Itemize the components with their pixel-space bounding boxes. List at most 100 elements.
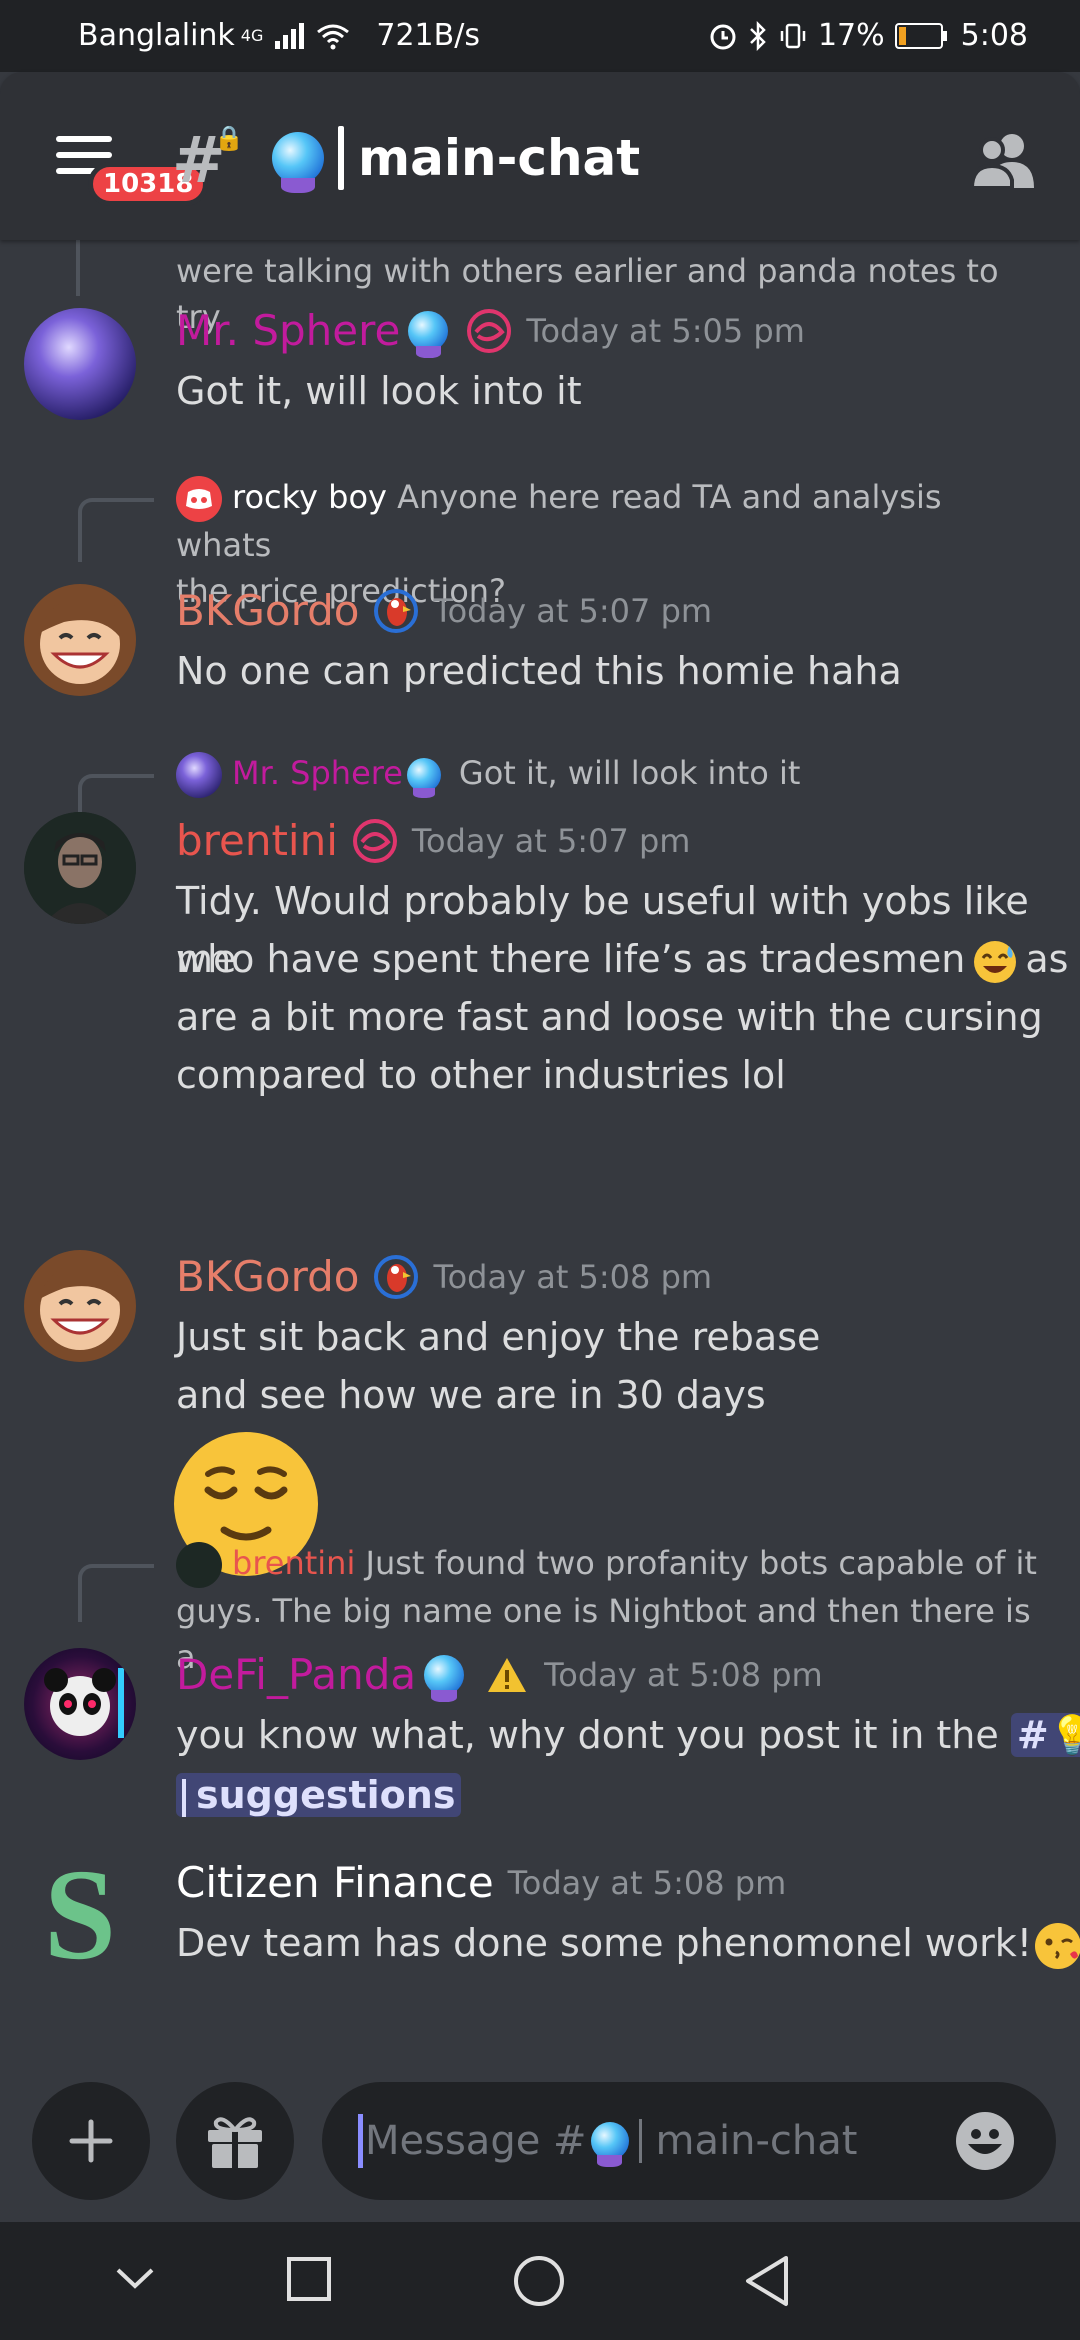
channel-title[interactable]: main-chat bbox=[272, 126, 641, 194]
channel-header: 10318 # 🔒 main-chat bbox=[0, 72, 1080, 240]
back-icon[interactable] bbox=[742, 2254, 792, 2308]
message-text-line: Just sit back and enjoy the rebase bbox=[176, 1315, 821, 1359]
crystal-ball-icon bbox=[408, 310, 449, 358]
author-name[interactable]: Mr. Sphere bbox=[176, 306, 400, 355]
plus-icon bbox=[69, 2119, 113, 2163]
channel-mention-hash[interactable]: #💡 bbox=[1010, 1713, 1080, 1757]
reply-author: rocky boy bbox=[232, 478, 387, 516]
avatar[interactable] bbox=[24, 812, 136, 924]
author-name[interactable]: Citizen Finance bbox=[176, 1858, 494, 1907]
author-name[interactable]: BKGordo bbox=[176, 1252, 359, 1301]
kiss-wink-emoji bbox=[1035, 1922, 1080, 1969]
channel-mention[interactable]: suggestions bbox=[176, 1773, 462, 1817]
text-caret bbox=[358, 2114, 363, 2168]
alarm-icon bbox=[710, 24, 736, 49]
battery-icon bbox=[894, 22, 947, 49]
avatar[interactable] bbox=[24, 584, 136, 696]
placeholder-separator bbox=[638, 2119, 642, 2163]
author-name[interactable]: brentini bbox=[176, 816, 338, 865]
message-header: BKGordo Today at 5:07 pm bbox=[176, 586, 712, 635]
reply-spine bbox=[76, 240, 86, 296]
plus-button[interactable] bbox=[32, 2082, 150, 2200]
reply-avatar bbox=[176, 752, 222, 798]
system-nav-bar bbox=[0, 2222, 1080, 2340]
message-text-line: who have spent there life’s as tradesmen… bbox=[176, 930, 1080, 988]
home-icon[interactable] bbox=[512, 2254, 566, 2308]
message-text-line: suggestions bbox=[176, 1766, 1050, 1824]
reply-reference[interactable]: Mr. Sphere Got it, will look into it bbox=[176, 750, 1040, 799]
message-text: Got it, will look into it bbox=[176, 369, 582, 413]
message-list[interactable]: were talking with others earlier and pan… bbox=[0, 240, 1080, 2080]
input-placeholder-channel: main-chat bbox=[655, 2118, 858, 2164]
message-header: DeFi_Panda Today at 5:08 pm bbox=[176, 1650, 823, 1702]
channel-mention-name: suggestions bbox=[196, 1773, 456, 1817]
message-header: Mr. Sphere Today at 5:05 pm bbox=[176, 306, 805, 358]
timestamp: Today at 5:08 pm bbox=[507, 1863, 787, 1902]
timestamp: Today at 5:05 pm bbox=[526, 311, 805, 350]
reply-avatar bbox=[176, 1542, 222, 1588]
warning-icon bbox=[488, 1657, 527, 1692]
vibrate-icon bbox=[780, 23, 806, 48]
author-name[interactable]: BKGordo bbox=[176, 586, 359, 635]
crystal-ball-icon bbox=[272, 132, 324, 194]
message-text-segment: as we bbox=[1025, 937, 1080, 981]
author-name[interactable]: DeFi_Panda bbox=[176, 1650, 416, 1699]
reply-text: Just found two profanity bots capable of… bbox=[365, 1544, 1037, 1582]
message-header: brentini Today at 5:07 pm bbox=[176, 816, 690, 865]
timestamp: Today at 5:08 pm bbox=[544, 1655, 823, 1694]
hashtag-lock-icon: # 🔒 bbox=[172, 124, 244, 198]
avatar[interactable] bbox=[24, 1250, 136, 1362]
signal-icon bbox=[275, 22, 305, 49]
timestamp: Today at 5:07 pm bbox=[433, 591, 713, 630]
message-text: No one can predicted this homie haha bbox=[176, 649, 902, 693]
reply-author: Mr. Sphere bbox=[232, 754, 403, 792]
status-bar: Banglalink 4G 721B/s 17% 5:08 bbox=[0, 0, 1080, 72]
recents-icon[interactable] bbox=[284, 2254, 334, 2304]
parrot-badge-icon bbox=[374, 588, 419, 633]
avatar[interactable] bbox=[24, 1648, 136, 1760]
network-type: 4G bbox=[240, 26, 264, 45]
reply-text: Got it, will look into it bbox=[458, 754, 801, 792]
avatar[interactable]: S bbox=[24, 1858, 136, 1970]
message-text-line: Dev team has done some phenomonel work! bbox=[176, 1914, 1080, 1972]
members-icon[interactable] bbox=[968, 130, 1040, 190]
message-text-line: you know what, why dont you post it in t… bbox=[176, 1706, 1080, 1764]
emoji-icon[interactable] bbox=[954, 2110, 1016, 2172]
input-placeholder-prefix: Message # bbox=[365, 2118, 587, 2164]
message-text: Dev team has done some phenomonel work! bbox=[176, 1921, 1033, 1965]
discord-icon bbox=[176, 476, 222, 522]
clock: 5:08 bbox=[960, 18, 1028, 53]
role-badge-icon bbox=[467, 308, 512, 353]
gift-icon bbox=[208, 2117, 262, 2168]
message-header: Citizen Finance Today at 5:08 pm bbox=[176, 1858, 786, 1907]
sweat-smile-emoji bbox=[974, 940, 1017, 983]
wifi-icon bbox=[317, 24, 350, 49]
message-header: BKGordo Today at 5:08 pm bbox=[176, 1252, 712, 1301]
message-text-line: are a bit more fast and loose with the c… bbox=[176, 995, 1043, 1039]
crystal-ball-icon bbox=[590, 2122, 629, 2167]
battery-percent: 17% bbox=[817, 18, 885, 53]
reply-spine bbox=[78, 1564, 154, 1622]
bluetooth-icon bbox=[750, 20, 766, 51]
avatar[interactable] bbox=[24, 308, 136, 420]
crystal-ball-icon bbox=[406, 758, 441, 799]
reply-spine bbox=[78, 498, 154, 562]
channel-name: main-chat bbox=[358, 129, 641, 187]
message-text-segment: who have spent there life’s as tradesmen bbox=[176, 937, 966, 981]
crystal-ball-icon bbox=[424, 1654, 465, 1702]
svg-text:S: S bbox=[44, 1858, 116, 1970]
message-text: you know what, why dont you post it in t… bbox=[176, 1713, 999, 1757]
message-input[interactable]: Message # main-chat bbox=[322, 2082, 1056, 2200]
carrier-name: Banglalink bbox=[78, 18, 235, 53]
message-text-line: compared to other industries lol bbox=[176, 1053, 786, 1097]
parrot-badge-icon bbox=[374, 1254, 419, 1299]
timestamp: Today at 5:07 pm bbox=[411, 821, 691, 860]
network-speed: 721B/s bbox=[376, 18, 480, 53]
timestamp: Today at 5:08 pm bbox=[433, 1257, 713, 1296]
message-text-line: and see how we are in 30 days bbox=[176, 1373, 766, 1417]
gift-button[interactable] bbox=[176, 2082, 294, 2200]
title-separator bbox=[338, 126, 344, 190]
collapse-icon[interactable] bbox=[112, 2254, 158, 2300]
role-badge-icon bbox=[352, 818, 397, 863]
reply-author: brentini bbox=[232, 1544, 356, 1582]
